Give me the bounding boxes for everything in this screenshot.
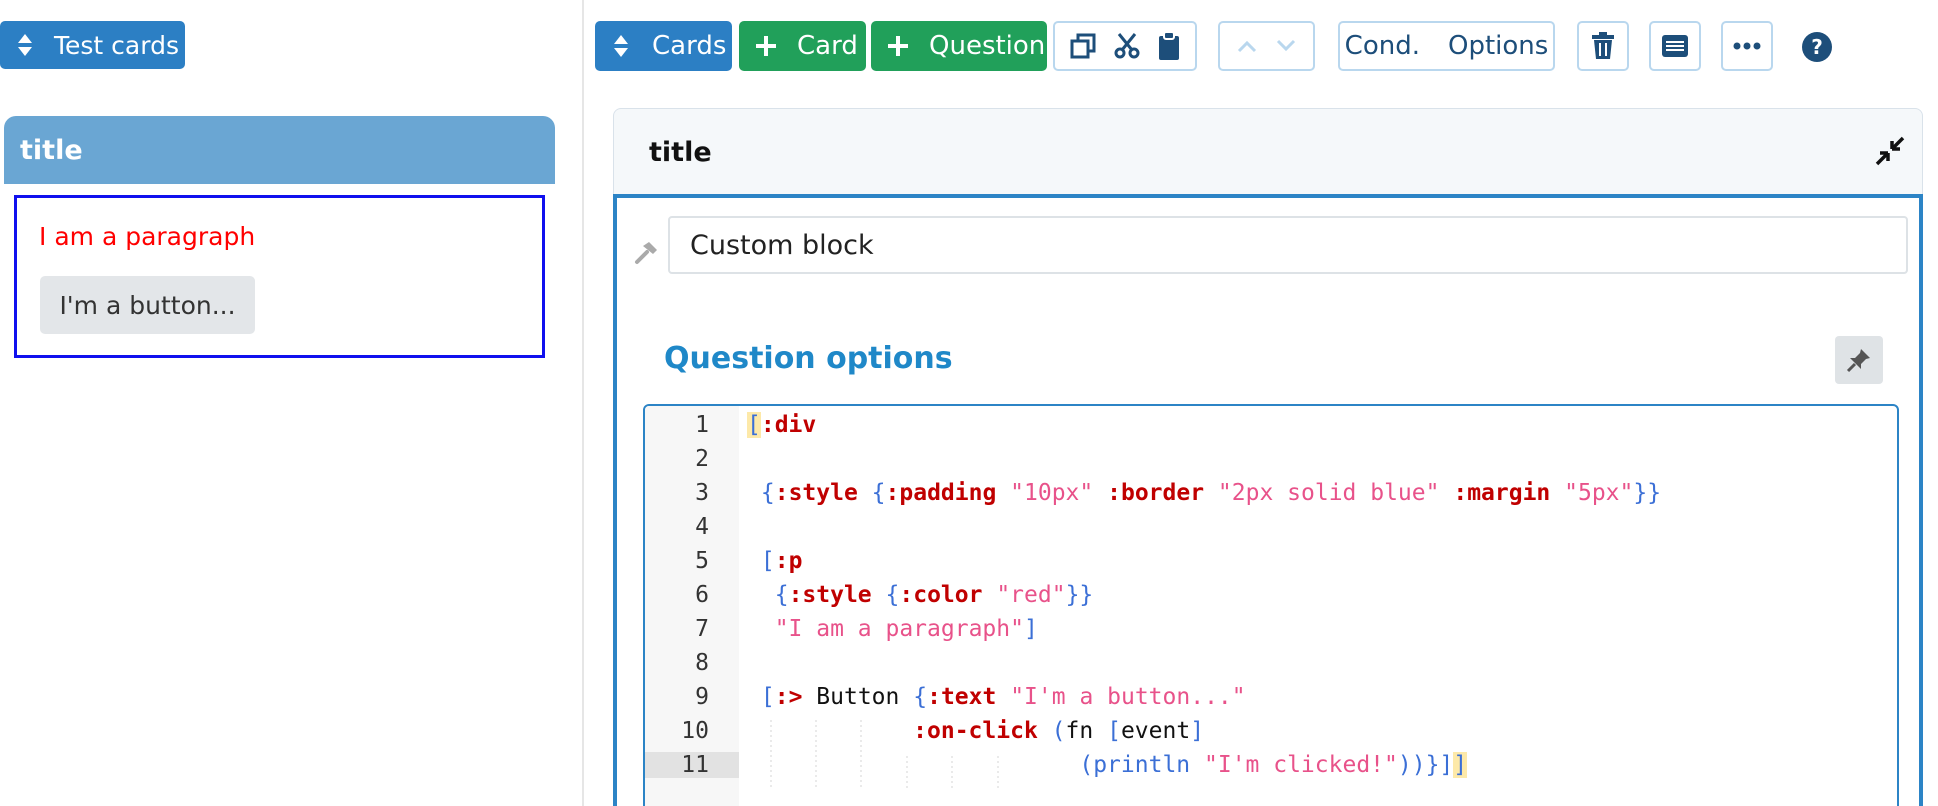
code-line: 2 <box>645 442 1897 476</box>
move-down-button[interactable] <box>1276 39 1296 53</box>
line-number: 2 <box>695 446 709 472</box>
add-card-button[interactable]: Card <box>739 21 866 71</box>
code-line: 10 :on-click (fn [event] <box>645 714 1897 748</box>
line-number: 4 <box>695 514 709 540</box>
plus-icon <box>756 36 776 56</box>
test-cards-label: Test cards <box>54 30 179 60</box>
code-text: [:> Button {:text "I'm a button..." <box>760 684 1246 710</box>
line-number: 3 <box>695 480 709 506</box>
code-line: 1 [:div <box>645 408 1897 442</box>
code-line: 7 "I am a paragraph"] <box>645 612 1897 646</box>
cond-options-group: Cond. Options <box>1338 21 1555 71</box>
delete-button[interactable] <box>1577 21 1629 71</box>
options-button[interactable]: Options <box>1448 31 1548 61</box>
pin-icon <box>1846 349 1870 373</box>
ellipsis-icon <box>1733 42 1761 50</box>
sort-icon <box>18 34 32 56</box>
block-type-field[interactable]: Custom block <box>668 216 1908 274</box>
code-text: "I am a paragraph"] <box>774 616 1038 642</box>
preview-button[interactable]: I'm a button... <box>40 276 255 334</box>
line-number: 7 <box>695 616 709 642</box>
question-circle-icon: ? <box>1811 35 1823 59</box>
compress-icon <box>1875 136 1905 166</box>
clipboard-icon <box>1159 31 1179 60</box>
editor-title: title <box>649 137 712 168</box>
question-options-title: Question options <box>664 341 953 376</box>
move-group <box>1218 21 1315 71</box>
code-text: (println "I'm clicked!"))}]] <box>1079 752 1468 778</box>
copy-icon <box>1070 33 1096 59</box>
line-number: 10 <box>681 718 709 744</box>
code-line: 8 <box>645 646 1897 680</box>
add-question-button[interactable]: Question <box>871 21 1047 71</box>
code-line-active: 11 (println "I'm clicked!"))}]] <box>645 748 1897 782</box>
preview-custom-block: I am a paragraph I'm a button... <box>14 195 545 358</box>
paste-button[interactable] <box>1157 31 1181 61</box>
code-line: 4 <box>645 510 1897 544</box>
cards-button[interactable]: Cards <box>595 21 732 71</box>
collapse-button[interactable] <box>1874 135 1906 171</box>
preview-card-title: title <box>4 116 555 184</box>
cards-label: Cards <box>652 31 727 61</box>
line-number: 6 <box>695 582 709 608</box>
copy-button[interactable] <box>1069 32 1097 60</box>
scissors-icon <box>1114 33 1140 59</box>
code-text: [:p <box>760 548 803 574</box>
line-number: 8 <box>695 650 709 676</box>
move-up-button[interactable] <box>1237 39 1257 53</box>
code-line: 9 [:> Button {:text "I'm a button..." <box>645 680 1897 714</box>
code-line: 5 [:p <box>645 544 1897 578</box>
chevron-down-icon <box>1276 39 1295 52</box>
code-editor[interactable]: 1 [:div 2 3 {:style {:padding "10px" :bo… <box>643 404 1899 806</box>
code-text: {:style {:color "red"}} <box>774 582 1094 608</box>
line-number: 11 <box>645 752 739 778</box>
trash-icon <box>1592 32 1614 59</box>
hammer-icon <box>635 242 657 264</box>
list-view-button[interactable] <box>1649 21 1701 71</box>
add-card-label: Card <box>797 31 858 61</box>
help-button[interactable]: ? <box>1802 32 1832 62</box>
code-line: 6 {:style {:color "red"}} <box>645 578 1897 612</box>
sort-icon <box>614 35 628 57</box>
add-question-label: Question <box>929 31 1046 61</box>
pin-button[interactable] <box>1835 336 1883 384</box>
clipboard-group <box>1053 21 1197 71</box>
chevron-up-icon <box>1238 40 1257 53</box>
line-number: 9 <box>695 684 709 710</box>
cut-button[interactable] <box>1113 32 1141 60</box>
preview-card-title-text: title <box>20 134 83 166</box>
code-text: :on-click (fn [event] <box>913 718 1205 744</box>
line-number: 1 <box>695 412 709 438</box>
code-line: 3 {:style {:padding "10px" :border "2px … <box>645 476 1897 510</box>
preview-pane: Test cards title I am a paragraph I'm a … <box>0 0 584 806</box>
plus-icon <box>888 36 908 56</box>
editor-card-header: title <box>613 108 1923 196</box>
code-text: {:style {:padding "10px" :border "2px so… <box>760 480 1662 506</box>
test-cards-button[interactable]: Test cards <box>0 21 185 69</box>
cond-button[interactable]: Cond. <box>1345 31 1420 61</box>
question-editor: Custom block Question options 1 [:div 2 <box>613 194 1923 806</box>
more-button[interactable] <box>1721 21 1773 71</box>
code-text: [:div <box>747 412 817 438</box>
list-icon <box>1662 35 1688 57</box>
preview-paragraph: I am a paragraph <box>39 222 256 251</box>
line-number: 5 <box>695 548 709 574</box>
